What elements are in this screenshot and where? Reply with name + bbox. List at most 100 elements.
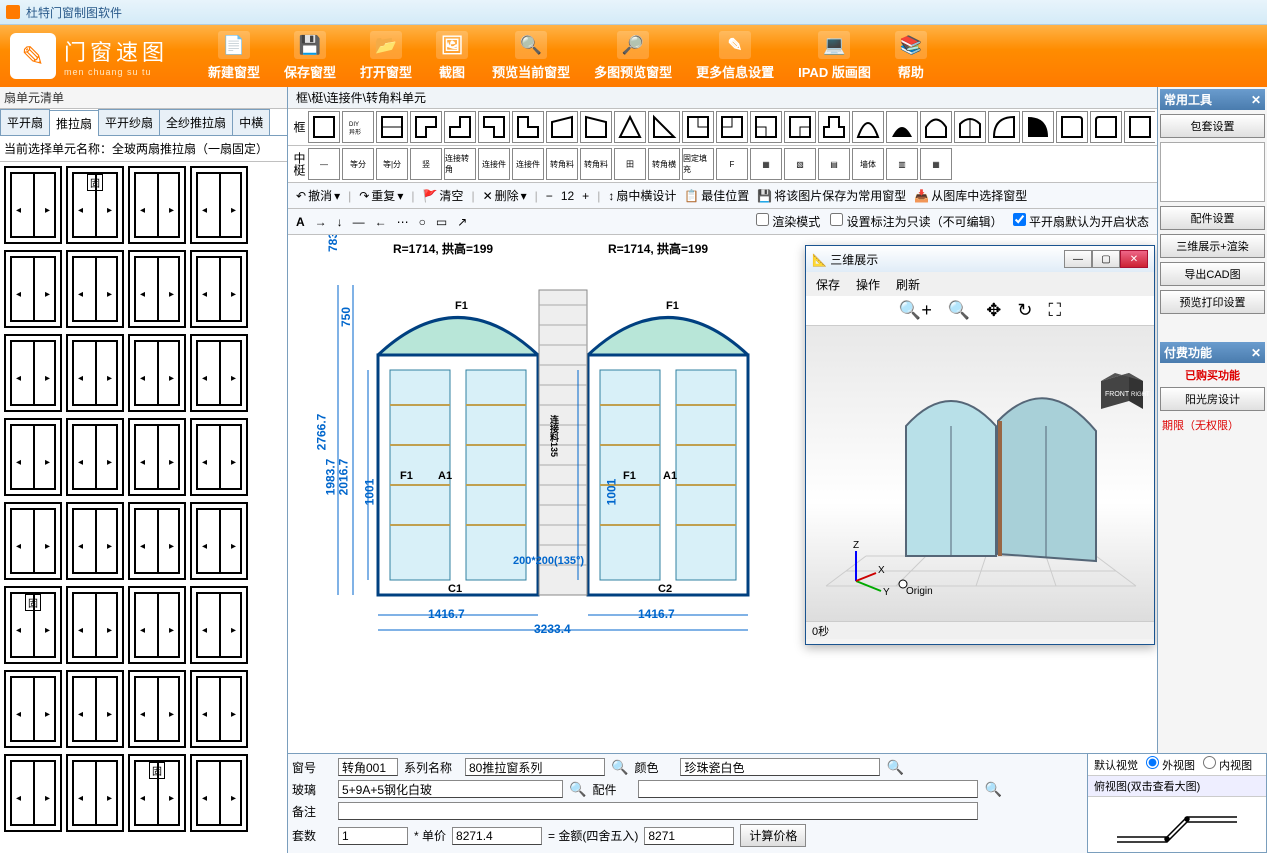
default-open-checkbox[interactable]: 平开扇默认为开启状态 (1013, 213, 1149, 230)
print-preview-button[interactable]: 预览打印设置 (1160, 290, 1265, 314)
sash-thumb[interactable]: ◂▸ (128, 334, 186, 412)
mullion-item-11[interactable]: 固定填充 (682, 148, 714, 180)
help-button[interactable]: 📚帮助 (895, 31, 927, 81)
threed-render-button[interactable]: 三维展示+渲染 (1160, 234, 1265, 258)
sash-thumb[interactable]: ◂▸ (128, 418, 186, 496)
sash-tab-4[interactable]: 中横 (232, 109, 270, 135)
topview-label[interactable]: 俯视图(双击查看大图) (1088, 776, 1266, 797)
casing-settings-button[interactable]: 包套设置 (1160, 114, 1265, 138)
save-button[interactable]: 💾保存窗型 (284, 31, 336, 81)
mullion-item-8[interactable]: 转角料 (580, 148, 612, 180)
sash-thumb[interactable]: ◂▸ (66, 670, 124, 748)
mid-design-button[interactable]: ↕ 扇中横设计 (608, 187, 676, 204)
mullion-item-13[interactable]: ▦ (750, 148, 782, 180)
mullion-item-18[interactable]: ▦ (920, 148, 952, 180)
mullion-item-16[interactable]: 墙体 (852, 148, 884, 180)
mullion-item-2[interactable]: 等|分 (376, 148, 408, 180)
frame-shape-9[interactable] (614, 111, 646, 143)
threed-window[interactable]: 📐 三维展示 — ▢ ✕ 保存 操作 刷新 🔍+ 🔍 ✥ ↻ (805, 245, 1155, 645)
sash-thumb[interactable]: ◂▸ (190, 166, 248, 244)
sash-thumb[interactable]: ◂▸ (66, 754, 124, 832)
glass-search-icon[interactable]: 🔍 (569, 781, 586, 798)
arrow-right-tool[interactable]: → (315, 215, 327, 229)
sash-thumb[interactable]: ◂▸ (128, 670, 186, 748)
mullion-item-15[interactable]: ▤ (818, 148, 850, 180)
price-input[interactable] (452, 827, 542, 845)
fullscreen-icon[interactable]: ⛶ (1048, 300, 1061, 321)
rectangle-tool[interactable]: ▭ (436, 215, 447, 229)
sash-thumb[interactable]: ◂▸ (66, 586, 124, 664)
outer-view-radio[interactable]: 外视图 (1146, 756, 1195, 773)
minimize-button[interactable]: — (1064, 250, 1092, 268)
sash-thumb[interactable]: ◂▸ (190, 754, 248, 832)
mullion-item-10[interactable]: 转角横 (648, 148, 680, 180)
sash-thumb[interactable]: ◂▸ (128, 586, 186, 664)
color-input[interactable] (680, 758, 880, 776)
readonly-dims-checkbox[interactable]: 设置标注为只读（不可编辑） (830, 213, 1002, 230)
sash-thumb[interactable]: ◂▸ (4, 166, 62, 244)
sash-thumb[interactable]: ◂▸ (4, 250, 62, 328)
frame-shape-13[interactable] (750, 111, 782, 143)
dim-h-upper-inner[interactable]: 750 (339, 307, 353, 327)
frame-shape-8[interactable] (580, 111, 612, 143)
mullion-item-6[interactable]: 连接件 (512, 148, 544, 180)
sash-thumb[interactable]: ◂▸ (128, 250, 186, 328)
mullion-item-1[interactable]: 等分 (342, 148, 374, 180)
frame-shape-23[interactable] (1090, 111, 1122, 143)
open-button[interactable]: 📂打开窗型 (360, 31, 412, 81)
mullion-item-17[interactable]: ▥ (886, 148, 918, 180)
mullion-item-4[interactable]: 连接转角 (444, 148, 476, 180)
sash-thumb[interactable]: ◂▸ (128, 502, 186, 580)
frame-shape-1[interactable]: DIY异形 (342, 111, 374, 143)
frame-shape-3[interactable] (410, 111, 442, 143)
frame-shape-6[interactable] (512, 111, 544, 143)
series-search-icon[interactable]: 🔍 (611, 759, 628, 776)
new-button[interactable]: 📄新建窗型 (208, 31, 260, 81)
threed-operate[interactable]: 操作 (856, 276, 880, 293)
moreinfo-button[interactable]: ✎更多信息设置 (696, 31, 774, 81)
dim-h-glass-left[interactable]: 1001 (362, 479, 376, 506)
capture-button[interactable]: 🖼截图 (436, 31, 468, 81)
topview-thumbnail[interactable] (1088, 797, 1266, 857)
dim-w-left[interactable]: 1416.7 (428, 607, 465, 621)
dim-h-mid-outer[interactable]: 1983.7 (323, 459, 337, 496)
threed-refresh[interactable]: 刷新 (896, 276, 920, 293)
from-library-button[interactable]: 📥 从图库中选择窗型 (914, 187, 1027, 204)
maximize-button[interactable]: ▢ (1092, 250, 1120, 268)
font-increase[interactable]: + (582, 189, 589, 203)
dim-h-upper-outer[interactable]: 783 (326, 235, 340, 252)
clear-button[interactable]: 🚩 清空 (422, 187, 463, 204)
text-tool[interactable]: A (296, 215, 305, 229)
series-input[interactable] (465, 758, 605, 776)
dash-tool[interactable]: ⋯ (397, 215, 409, 229)
undo-button[interactable]: ↶ 撤消 ▾ (296, 187, 340, 204)
sash-thumb[interactable]: ◂▸ (190, 250, 248, 328)
pan-icon[interactable]: ✥ (986, 300, 1001, 321)
parts-settings-button[interactable]: 配件设置 (1160, 206, 1265, 230)
threed-titlebar[interactable]: 📐 三维展示 — ▢ ✕ (806, 246, 1154, 272)
frame-shape-17[interactable] (886, 111, 918, 143)
mullion-item-5[interactable]: 连接件 (478, 148, 510, 180)
mullion-item-3[interactable]: 竖 (410, 148, 442, 180)
parts-search-icon[interactable]: 🔍 (984, 781, 1001, 798)
frame-shape-24[interactable] (1124, 111, 1155, 143)
sash-thumb[interactable]: ◂▸ (190, 334, 248, 412)
frame-shape-22[interactable] (1056, 111, 1088, 143)
threed-save[interactable]: 保存 (816, 276, 840, 293)
sash-thumb[interactable]: ◂▸ (4, 502, 62, 580)
winno-input[interactable] (338, 758, 398, 776)
remark-input[interactable] (338, 802, 978, 820)
mullion-item-7[interactable]: 转角料 (546, 148, 578, 180)
mullion-item-9[interactable]: 田 (614, 148, 646, 180)
qty-input[interactable] (338, 827, 408, 845)
dim-w-right[interactable]: 1416.7 (638, 607, 675, 621)
sash-thumb[interactable]: ◂▸ (190, 502, 248, 580)
ipad-button[interactable]: 💻IPAD 版画图 (798, 31, 871, 81)
frame-shape-20[interactable] (988, 111, 1020, 143)
frame-shape-15[interactable] (818, 111, 850, 143)
render-mode-checkbox[interactable]: 渲染模式 (756, 213, 820, 230)
mullion-item-0[interactable]: — (308, 148, 340, 180)
best-position-button[interactable]: 📋 最佳位置 (684, 187, 749, 204)
arrow-left-tool[interactable]: ← (375, 215, 387, 229)
sash-tab-2[interactable]: 平开纱扇 (98, 109, 160, 135)
